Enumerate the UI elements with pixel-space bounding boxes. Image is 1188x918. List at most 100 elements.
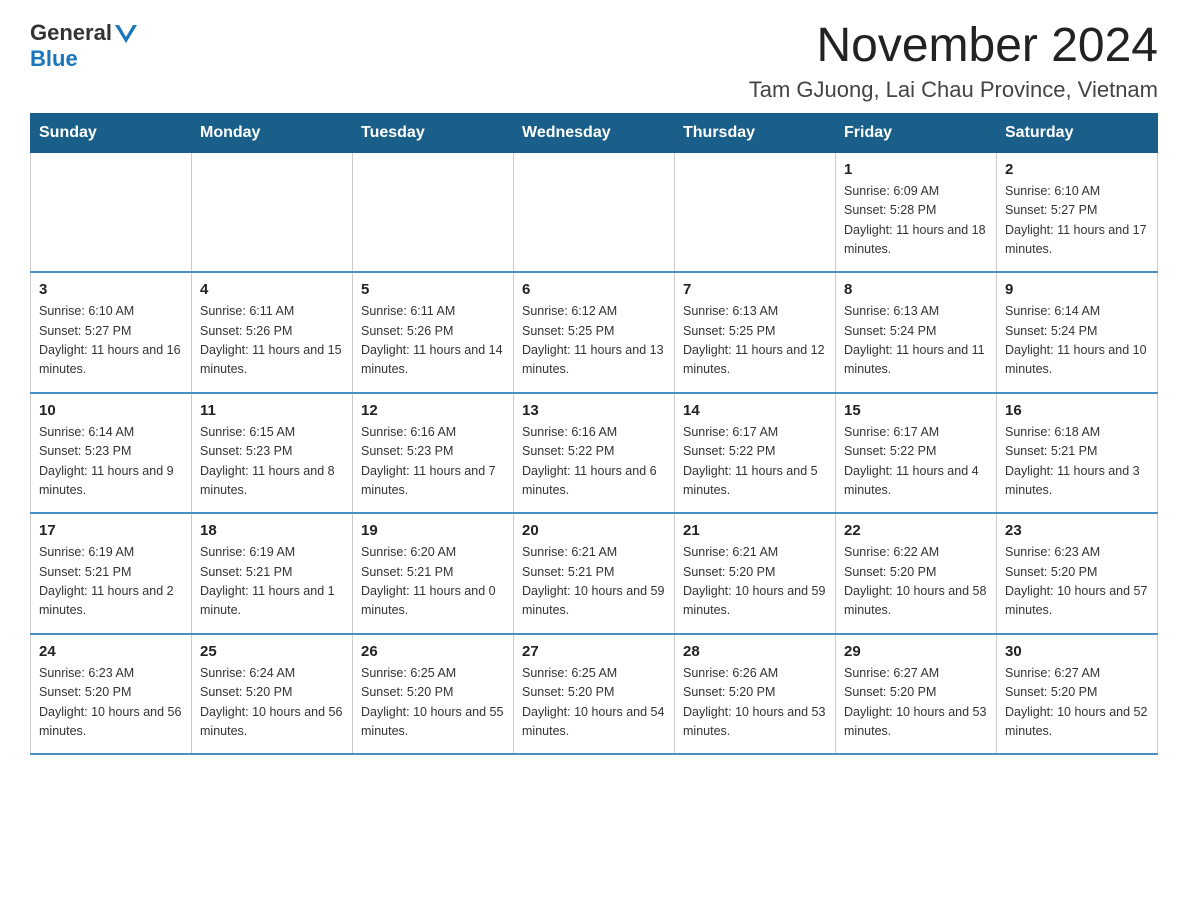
calendar-cell: 27 Sunrise: 6:25 AM Sunset: 5:20 PM Dayli… — [514, 634, 675, 755]
day-info: Sunrise: 6:18 AM Sunset: 5:21 PM Dayligh… — [1005, 423, 1149, 501]
calendar-cell: 11 Sunrise: 6:15 AM Sunset: 5:23 PM Dayli… — [192, 393, 353, 514]
day-info: Sunrise: 6:16 AM Sunset: 5:22 PM Dayligh… — [522, 423, 666, 501]
day-number: 27 — [522, 643, 666, 660]
day-info: Sunrise: 6:25 AM Sunset: 5:20 PM Dayligh… — [522, 664, 666, 742]
calendar-cell: 19 Sunrise: 6:20 AM Sunset: 5:21 PM Dayli… — [353, 513, 514, 634]
calendar-cell: 1Sunrise: 6:09 AM Sunset: 5:28 PM Daylig… — [836, 152, 997, 272]
day-number: 20 — [522, 522, 666, 539]
header: General Blue November 2024 Tam GJuong, L… — [30, 20, 1158, 103]
day-number: 16 — [1005, 402, 1149, 419]
day-number: 12 — [361, 402, 505, 419]
weekday-header: Monday — [192, 113, 353, 152]
day-info: Sunrise: 6:14 AM Sunset: 5:24 PM Dayligh… — [1005, 302, 1149, 380]
day-info: Sunrise: 6:16 AM Sunset: 5:23 PM Dayligh… — [361, 423, 505, 501]
day-info: Sunrise: 6:20 AM Sunset: 5:21 PM Dayligh… — [361, 543, 505, 621]
calendar-subtitle: Tam GJuong, Lai Chau Province, Vietnam — [749, 77, 1158, 103]
day-info: Sunrise: 6:15 AM Sunset: 5:23 PM Dayligh… — [200, 423, 344, 501]
day-number: 25 — [200, 643, 344, 660]
calendar-cell: 12 Sunrise: 6:16 AM Sunset: 5:23 PM Dayli… — [353, 393, 514, 514]
calendar-title: November 2024 — [749, 20, 1158, 73]
day-number: 24 — [39, 643, 183, 660]
calendar-cell: 24 Sunrise: 6:23 AM Sunset: 5:20 PM Dayli… — [31, 634, 192, 755]
day-number: 2 — [1005, 161, 1149, 178]
day-info: Sunrise: 6:12 AM Sunset: 5:25 PM Dayligh… — [522, 302, 666, 380]
day-info: Sunrise: 6:27 AM Sunset: 5:20 PM Dayligh… — [1005, 664, 1149, 742]
day-info: Sunrise: 6:19 AM Sunset: 5:21 PM Dayligh… — [39, 543, 183, 621]
day-info: Sunrise: 6:23 AM Sunset: 5:20 PM Dayligh… — [1005, 543, 1149, 621]
title-area: November 2024 Tam GJuong, Lai Chau Provi… — [749, 20, 1158, 103]
day-info: Sunrise: 6:11 AM Sunset: 5:26 PM Dayligh… — [361, 302, 505, 380]
day-info: Sunrise: 6:10 AM Sunset: 5:27 PM Dayligh… — [39, 302, 183, 380]
calendar-cell: 22 Sunrise: 6:22 AM Sunset: 5:20 PM Dayli… — [836, 513, 997, 634]
day-number: 9 — [1005, 281, 1149, 298]
calendar-header-row: SundayMondayTuesdayWednesdayThursdayFrid… — [31, 113, 1158, 152]
day-info: Sunrise: 6:21 AM Sunset: 5:20 PM Dayligh… — [683, 543, 827, 621]
weekday-header: Saturday — [997, 113, 1158, 152]
day-number: 3 — [39, 281, 183, 298]
calendar-cell: 17 Sunrise: 6:19 AM Sunset: 5:21 PM Dayli… — [31, 513, 192, 634]
day-info: Sunrise: 6:21 AM Sunset: 5:21 PM Dayligh… — [522, 543, 666, 621]
day-number: 26 — [361, 643, 505, 660]
logo-blue-text: Blue — [30, 46, 78, 71]
day-number: 1 — [844, 161, 988, 178]
day-number: 7 — [683, 281, 827, 298]
calendar-cell: 2 Sunrise: 6:10 AM Sunset: 5:27 PM Daylig… — [997, 152, 1158, 272]
calendar-cell: 18Sunrise: 6:19 AM Sunset: 5:21 PM Dayli… — [192, 513, 353, 634]
calendar-cell — [514, 152, 675, 272]
calendar-cell: 3 Sunrise: 6:10 AM Sunset: 5:27 PM Daylig… — [31, 272, 192, 393]
logo-triangle-icon — [115, 25, 137, 43]
calendar-cell: 13 Sunrise: 6:16 AM Sunset: 5:22 PM Dayli… — [514, 393, 675, 514]
day-number: 18 — [200, 522, 344, 539]
calendar-cell: 10Sunrise: 6:14 AM Sunset: 5:23 PM Dayli… — [31, 393, 192, 514]
calendar-cell: 6 Sunrise: 6:12 AM Sunset: 5:25 PM Daylig… — [514, 272, 675, 393]
calendar-cell: 26 Sunrise: 6:25 AM Sunset: 5:20 PM Dayli… — [353, 634, 514, 755]
calendar-cell: 29 Sunrise: 6:27 AM Sunset: 5:20 PM Dayli… — [836, 634, 997, 755]
calendar-table: SundayMondayTuesdayWednesdayThursdayFrid… — [30, 113, 1158, 756]
calendar-week-row: 1Sunrise: 6:09 AM Sunset: 5:28 PM Daylig… — [31, 152, 1158, 272]
calendar-week-row: 17 Sunrise: 6:19 AM Sunset: 5:21 PM Dayli… — [31, 513, 1158, 634]
day-number: 28 — [683, 643, 827, 660]
calendar-cell: 28 Sunrise: 6:26 AM Sunset: 5:20 PM Dayli… — [675, 634, 836, 755]
day-number: 22 — [844, 522, 988, 539]
weekday-header: Sunday — [31, 113, 192, 152]
day-number: 8 — [844, 281, 988, 298]
day-number: 30 — [1005, 643, 1149, 660]
day-number: 29 — [844, 643, 988, 660]
day-info: Sunrise: 6:25 AM Sunset: 5:20 PM Dayligh… — [361, 664, 505, 742]
weekday-header: Tuesday — [353, 113, 514, 152]
calendar-cell: 16 Sunrise: 6:18 AM Sunset: 5:21 PM Dayli… — [997, 393, 1158, 514]
calendar-cell: 23Sunrise: 6:23 AM Sunset: 5:20 PM Dayli… — [997, 513, 1158, 634]
day-info: Sunrise: 6:22 AM Sunset: 5:20 PM Dayligh… — [844, 543, 988, 621]
day-info: Sunrise: 6:17 AM Sunset: 5:22 PM Dayligh… — [844, 423, 988, 501]
day-number: 21 — [683, 522, 827, 539]
day-number: 15 — [844, 402, 988, 419]
calendar-week-row: 3 Sunrise: 6:10 AM Sunset: 5:27 PM Daylig… — [31, 272, 1158, 393]
calendar-cell — [353, 152, 514, 272]
day-info: Sunrise: 6:10 AM Sunset: 5:27 PM Dayligh… — [1005, 182, 1149, 260]
weekday-header: Friday — [836, 113, 997, 152]
calendar-cell — [675, 152, 836, 272]
day-number: 13 — [522, 402, 666, 419]
calendar-cell: 8 Sunrise: 6:13 AM Sunset: 5:24 PM Daylig… — [836, 272, 997, 393]
day-info: Sunrise: 6:26 AM Sunset: 5:20 PM Dayligh… — [683, 664, 827, 742]
calendar-cell: 25Sunrise: 6:24 AM Sunset: 5:20 PM Dayli… — [192, 634, 353, 755]
calendar-week-row: 24 Sunrise: 6:23 AM Sunset: 5:20 PM Dayli… — [31, 634, 1158, 755]
calendar-week-row: 10Sunrise: 6:14 AM Sunset: 5:23 PM Dayli… — [31, 393, 1158, 514]
calendar-cell: 14Sunrise: 6:17 AM Sunset: 5:22 PM Dayli… — [675, 393, 836, 514]
day-number: 19 — [361, 522, 505, 539]
calendar-cell: 21 Sunrise: 6:21 AM Sunset: 5:20 PM Dayli… — [675, 513, 836, 634]
day-info: Sunrise: 6:13 AM Sunset: 5:24 PM Dayligh… — [844, 302, 988, 380]
calendar-cell: 20 Sunrise: 6:21 AM Sunset: 5:21 PM Dayli… — [514, 513, 675, 634]
day-info: Sunrise: 6:11 AM Sunset: 5:26 PM Dayligh… — [200, 302, 344, 380]
day-number: 11 — [200, 402, 344, 419]
calendar-cell: 4 Sunrise: 6:11 AM Sunset: 5:26 PM Daylig… — [192, 272, 353, 393]
day-info: Sunrise: 6:17 AM Sunset: 5:22 PM Dayligh… — [683, 423, 827, 501]
day-number: 17 — [39, 522, 183, 539]
day-number: 5 — [361, 281, 505, 298]
day-info: Sunrise: 6:23 AM Sunset: 5:20 PM Dayligh… — [39, 664, 183, 742]
day-number: 10 — [39, 402, 183, 419]
day-number: 4 — [200, 281, 344, 298]
calendar-cell: 15 Sunrise: 6:17 AM Sunset: 5:22 PM Dayli… — [836, 393, 997, 514]
day-number: 6 — [522, 281, 666, 298]
day-info: Sunrise: 6:27 AM Sunset: 5:20 PM Dayligh… — [844, 664, 988, 742]
